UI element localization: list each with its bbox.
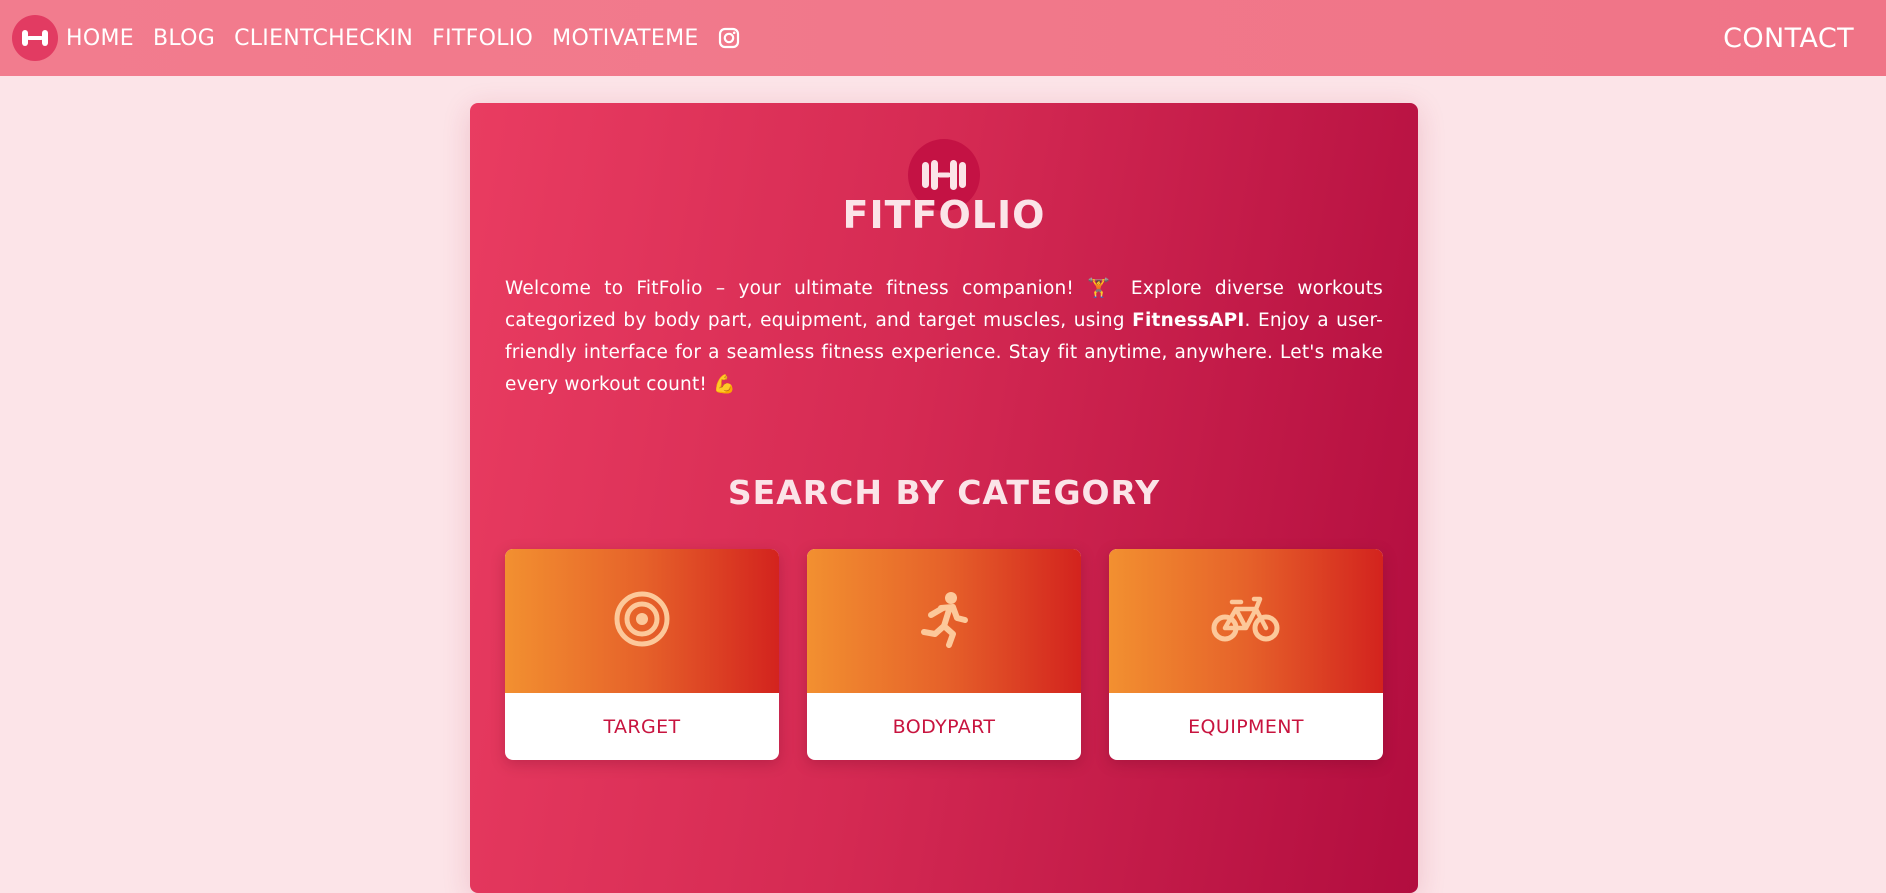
flexed-biceps-emoji: 💪	[713, 374, 736, 395]
category-card-equipment[interactable]: EQUIPMENT	[1109, 549, 1383, 760]
card-image	[807, 549, 1081, 693]
card-label: BODYPART	[892, 715, 996, 738]
nav-blog-link[interactable]: BLOG	[153, 26, 215, 51]
intro-paragraph: Welcome to FitFolio – your ultimate fitn…	[505, 273, 1383, 401]
top-navbar: HOME BLOG CLIENTCHECKIN FITFOLIO MOTIVAT…	[0, 0, 1886, 76]
section-title: SEARCH BY CATEGORY	[727, 473, 1161, 512]
instagram-icon[interactable]	[718, 27, 740, 49]
card-image	[505, 549, 779, 693]
card-label: EQUIPMENT	[1188, 715, 1304, 738]
bicycle-icon	[1210, 593, 1282, 649]
category-card-target[interactable]: TARGET	[505, 549, 779, 760]
fitnessapi-brand: FitnessAPI	[1132, 310, 1245, 331]
card-label: TARGET	[603, 715, 681, 738]
contact-link[interactable]: CONTACT	[1723, 0, 1854, 76]
nav-home-link[interactable]: HOME	[66, 26, 134, 51]
category-card-bodypart[interactable]: BODYPART	[807, 549, 1081, 760]
page-title: FITFOLIO	[842, 193, 1046, 237]
nav-links: HOME BLOG CLIENTCHECKIN FITFOLIO MOTIVAT…	[66, 26, 740, 51]
target-icon	[613, 590, 671, 652]
card-image	[1109, 549, 1383, 693]
nav-clientcheckin-link[interactable]: CLIENTCHECKIN	[234, 26, 413, 51]
dumbbell-icon[interactable]	[12, 15, 58, 61]
nav-fitfolio-link[interactable]: FITFOLIO	[432, 26, 533, 51]
hero-card: FITFOLIO Welcome to FitFolio – your ulti…	[470, 103, 1418, 893]
nav-motivateme-link[interactable]: MOTIVATEME	[552, 26, 698, 51]
running-person-icon	[919, 590, 969, 652]
